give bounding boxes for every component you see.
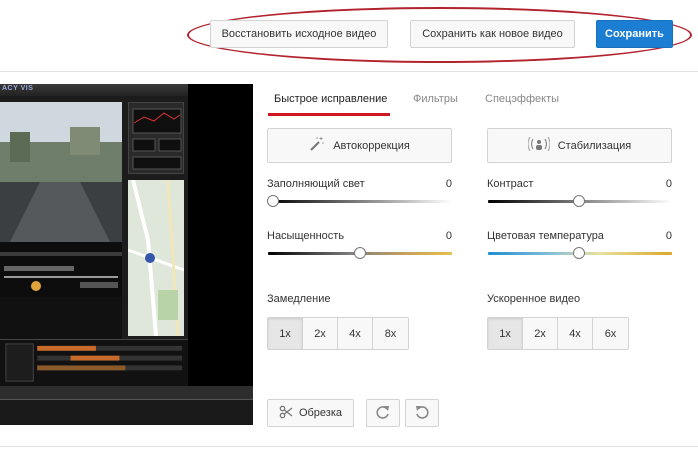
top-divider xyxy=(0,71,698,72)
gauges-panel xyxy=(128,102,184,174)
tab-quick-fix[interactable]: Быстрое исправление xyxy=(274,93,387,105)
stabilize-label: Стабилизация xyxy=(557,139,632,152)
rotate-right-icon xyxy=(375,404,391,423)
video-app-titlebar: ACY VIS xyxy=(0,84,188,96)
color-temperature-thumb[interactable] xyxy=(573,247,585,259)
color-temperature-label: Цветовая температура xyxy=(487,230,604,242)
save-as-new-button[interactable]: Сохранить как новое видео xyxy=(410,20,575,48)
timelapse-label: Ускоренное видео xyxy=(487,293,581,305)
timelapse-option-1x[interactable]: 1x xyxy=(488,318,523,349)
color-temperature-value: 0 xyxy=(665,230,672,242)
timelapse-option-4x[interactable]: 4x xyxy=(558,318,593,349)
contrast-value: 0 xyxy=(665,178,672,190)
rotate-right-button[interactable] xyxy=(366,399,400,427)
timelapse-option-6x[interactable]: 6x xyxy=(593,318,628,349)
contrast-label: Контраст xyxy=(487,178,534,190)
saturation-label: Насыщенность xyxy=(267,230,345,242)
rotate-left-button[interactable] xyxy=(405,399,439,427)
slow-motion-option-8x[interactable]: 8x xyxy=(373,318,408,349)
save-button[interactable]: Сохранить xyxy=(596,20,673,48)
slow-motion-selector: 1x 2x 4x 8x xyxy=(267,317,409,350)
trim-label: Обрезка xyxy=(298,407,343,419)
saturation-value: 0 xyxy=(445,230,452,242)
fill-light-thumb[interactable] xyxy=(267,195,279,207)
slow-motion-option-2x[interactable]: 2x xyxy=(303,318,338,349)
fill-light-value: 0 xyxy=(445,178,452,190)
contrast-thumb[interactable] xyxy=(573,195,585,207)
slow-motion-label: Замедление xyxy=(267,293,331,305)
video-frame: ACY VIS xyxy=(0,84,188,386)
saturation-thumb[interactable] xyxy=(354,247,366,259)
restore-original-button[interactable]: Восстановить исходное видео xyxy=(210,20,388,48)
stabilize-icon xyxy=(527,136,551,155)
rotate-left-icon xyxy=(414,404,430,423)
scissors-icon xyxy=(279,405,293,422)
stabilize-button[interactable]: Стабилизация xyxy=(487,128,672,163)
trim-button[interactable]: Обрезка xyxy=(267,399,354,427)
active-tab-indicator xyxy=(268,113,390,116)
magic-wand-icon xyxy=(309,136,325,155)
video-progress-bar[interactable] xyxy=(0,386,253,399)
map-panel xyxy=(128,180,184,336)
fill-light-slider[interactable] xyxy=(268,200,452,203)
autocorrect-label: Автокоррекция xyxy=(333,139,410,152)
video-preview[interactable]: ACY VIS xyxy=(0,84,253,425)
tab-filters[interactable]: Фильтры xyxy=(413,93,458,105)
slow-motion-option-4x[interactable]: 4x xyxy=(338,318,373,349)
tab-effects[interactable]: Спецэффекты xyxy=(485,93,559,105)
slow-motion-option-1x[interactable]: 1x xyxy=(268,318,303,349)
video-controls-bar xyxy=(0,399,253,425)
autocorrect-button[interactable]: Автокоррекция xyxy=(267,128,452,163)
top-toolbar: Восстановить исходное видео Сохранить ка… xyxy=(0,0,698,72)
bottom-divider xyxy=(0,446,698,447)
video-app-logo: ACY VIS xyxy=(2,85,34,92)
timelapse-option-2x[interactable]: 2x xyxy=(523,318,558,349)
video-app-timeline xyxy=(0,339,188,386)
fill-light-label: Заполняющий свет xyxy=(267,178,365,190)
timelapse-selector: 1x 2x 4x 6x xyxy=(487,317,629,350)
